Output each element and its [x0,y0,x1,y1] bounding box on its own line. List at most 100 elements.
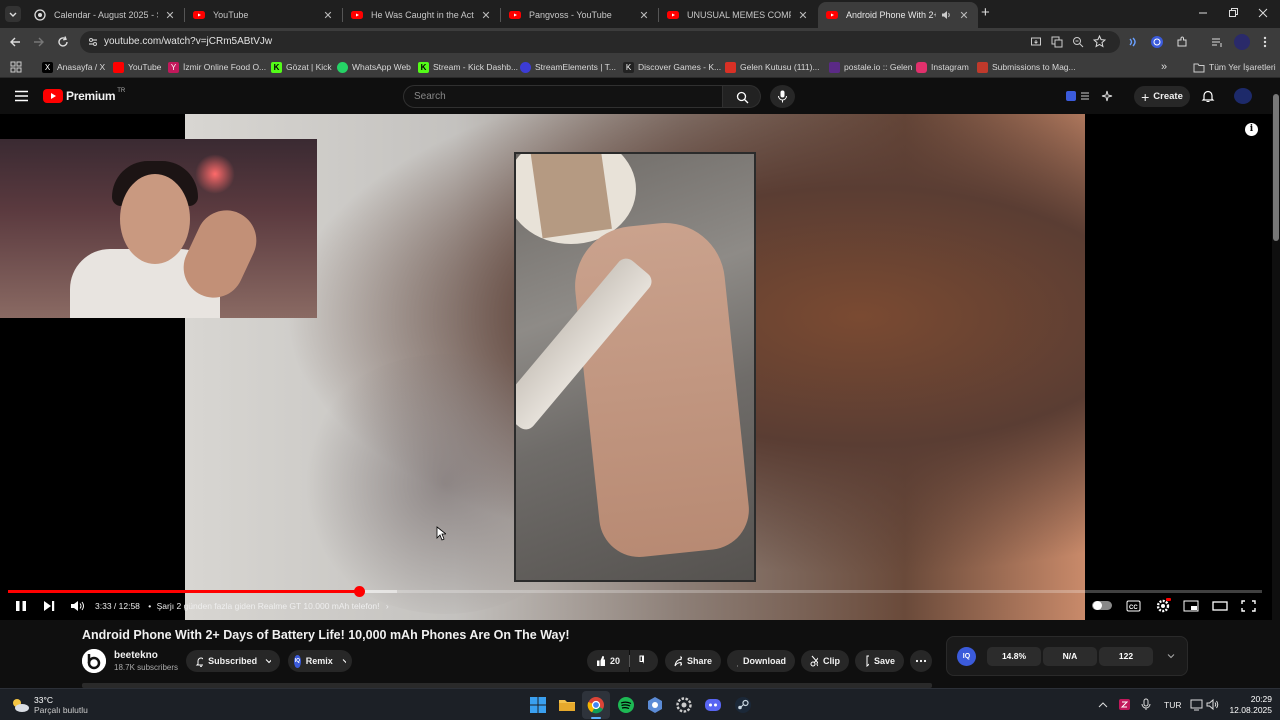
close-icon[interactable]: ✕ [322,9,334,22]
back-arrow-icon[interactable] [8,35,22,49]
close-icon[interactable]: ✕ [638,9,650,22]
volume-icon[interactable] [70,597,86,615]
bookmark-streamelements[interactable]: StreamElements | T... [520,60,616,74]
media-controls-icon[interactable] [1210,35,1224,49]
iq-badge[interactable]: IQ [957,647,976,666]
remix-button[interactable]: IQ Remix [288,650,352,672]
extension-toggle[interactable] [1066,90,1090,102]
all-bookmarks-folder[interactable]: Tüm Yer İşaretleri [1193,60,1276,74]
restore-button[interactable] [1226,6,1240,20]
video-player[interactable]: i 3:33 / 12:58 • Şarjı 2 günden fazla gi… [0,114,1272,620]
tab-caught-in-act[interactable]: He Was Caught in the Act - You ✕ [343,2,500,28]
apps-grid-icon[interactable] [10,61,22,73]
progress-bar[interactable] [8,586,1262,597]
forward-arrow-icon[interactable] [32,35,46,49]
channel-name[interactable]: beetekno [114,650,158,661]
bookmark-kick-browse[interactable]: K Gözat | Kick [271,60,332,74]
clock[interactable]: 20:29 12.08.2025 [1226,694,1272,716]
bookmark-star-icon[interactable] [1093,35,1106,48]
channel-avatar[interactable] [82,649,106,673]
miniplayer-icon[interactable] [1183,597,1199,615]
search-button[interactable] [723,85,761,108]
bookmark-gelen-kutusu[interactable]: Gelen Kutusu (111)... [725,60,820,74]
hamburger-menu-icon[interactable] [14,90,29,102]
minimize-button[interactable] [1196,6,1210,20]
fullscreen-icon[interactable] [1241,597,1256,615]
new-tab-button[interactable]: + [981,5,995,21]
bookmark-izmir-food[interactable]: Y İzmir Online Food O... [168,60,266,74]
speaker-icon[interactable] [940,9,952,21]
bookmark-youtube[interactable]: YouTube [113,60,161,74]
bookmarks-overflow[interactable]: » [1161,60,1167,74]
close-icon[interactable]: ✕ [164,9,176,22]
close-icon[interactable]: ✕ [480,9,492,22]
scrollbar-thumb[interactable] [1273,94,1279,241]
notifications-bell-icon[interactable] [1201,89,1215,103]
bookmark-instagram[interactable]: Instagram [916,60,969,74]
captions-icon[interactable]: CC [1126,597,1141,615]
save-button[interactable]: Save [855,650,904,672]
settings-gear-icon[interactable] [1155,597,1171,615]
volume-icon[interactable] [1206,698,1220,711]
tab-search-button[interactable] [5,6,21,22]
create-button[interactable]: + Create [1134,86,1190,107]
omnibox[interactable]: youtube.com/watch?v=jCRm5ABtVJw [80,31,1120,53]
file-explorer-icon[interactable] [557,695,577,715]
extensions-puzzle-icon[interactable] [1175,35,1189,49]
tab-android-phone[interactable]: Android Phone With 2+ Da ✕ [818,2,978,28]
tab-pangvoss[interactable]: Pangvoss - YouTube ✕ [501,2,658,28]
tab-calendar[interactable]: Calendar - August 2025 - Steam ✕ [26,2,184,28]
chrome-icon[interactable] [586,695,606,715]
chevron-up-icon[interactable] [1097,699,1109,711]
spotify-icon[interactable] [616,695,636,715]
microphone-icon[interactable] [1140,698,1152,711]
bookmark-submissions[interactable]: Submissions to Mag... [977,60,1076,74]
reload-icon[interactable] [56,35,70,49]
search-box[interactable]: Search [403,85,723,108]
extension-waves-icon[interactable] [1127,36,1139,48]
weather-widget[interactable]: 33°C Parçalı bulutlu [10,693,88,717]
bookmark-whatsapp[interactable]: WhatsApp Web [337,60,411,74]
site-info-icon[interactable] [87,36,99,48]
chevron-down-icon[interactable] [1166,651,1176,661]
display-network-icon[interactable] [1190,698,1204,711]
voice-search-button[interactable] [770,85,795,108]
iq-extension-icon[interactable] [1150,35,1164,49]
install-app-icon[interactable] [1030,36,1042,48]
like-button[interactable]: 20 [587,650,629,672]
chevron-right-icon[interactable]: › [386,601,389,611]
youtube-logo[interactable]: Premium TR [43,88,125,104]
next-video-icon[interactable] [42,597,56,615]
language-indicator[interactable]: TUR [1164,700,1181,710]
tab-unusual-memes[interactable]: UNUSUAL MEMES COMPILATIO ✕ [659,2,817,28]
close-window-button[interactable] [1256,6,1270,20]
settings-app-icon[interactable] [674,695,694,715]
translate-icon[interactable] [1051,36,1063,48]
bookmark-discover-games[interactable]: K Discover Games - K... [623,60,721,74]
bookmark-x[interactable]: X Anasayfa / X [42,60,105,74]
more-vertical-icon[interactable] [1259,35,1271,49]
chapter-title[interactable]: Şarjı 2 günden fazla giden Realme GT 10.… [157,601,380,611]
download-button[interactable]: Download [727,650,795,672]
tab-youtube[interactable]: YouTube ✕ [185,2,342,28]
subscribed-button[interactable]: Subscribed [186,650,280,672]
sparkle-icon[interactable] [1101,90,1113,102]
pause-icon[interactable] [14,597,28,615]
windows-start-icon[interactable] [528,695,548,715]
clip-button[interactable]: Clip [801,650,849,672]
profile-avatar[interactable] [1234,34,1250,50]
info-icon[interactable]: i [1245,123,1258,136]
discord-icon[interactable] [703,695,723,715]
steam-icon[interactable] [733,695,753,715]
bookmark-postale[interactable]: postale.io :: Gelen [829,60,913,74]
zoom-icon[interactable] [1072,36,1084,48]
dislike-button[interactable] [630,650,658,672]
close-icon[interactable]: ✕ [958,9,970,22]
close-icon[interactable]: ✕ [797,9,809,22]
tray-app-icon[interactable] [1118,698,1131,711]
autoplay-toggle[interactable] [1092,601,1112,610]
bookmark-kick-dashboard[interactable]: K Stream - Kick Dashb... [418,60,518,74]
more-actions-button[interactable] [910,650,932,672]
account-avatar[interactable] [1234,88,1252,104]
theater-mode-icon[interactable] [1212,597,1228,615]
